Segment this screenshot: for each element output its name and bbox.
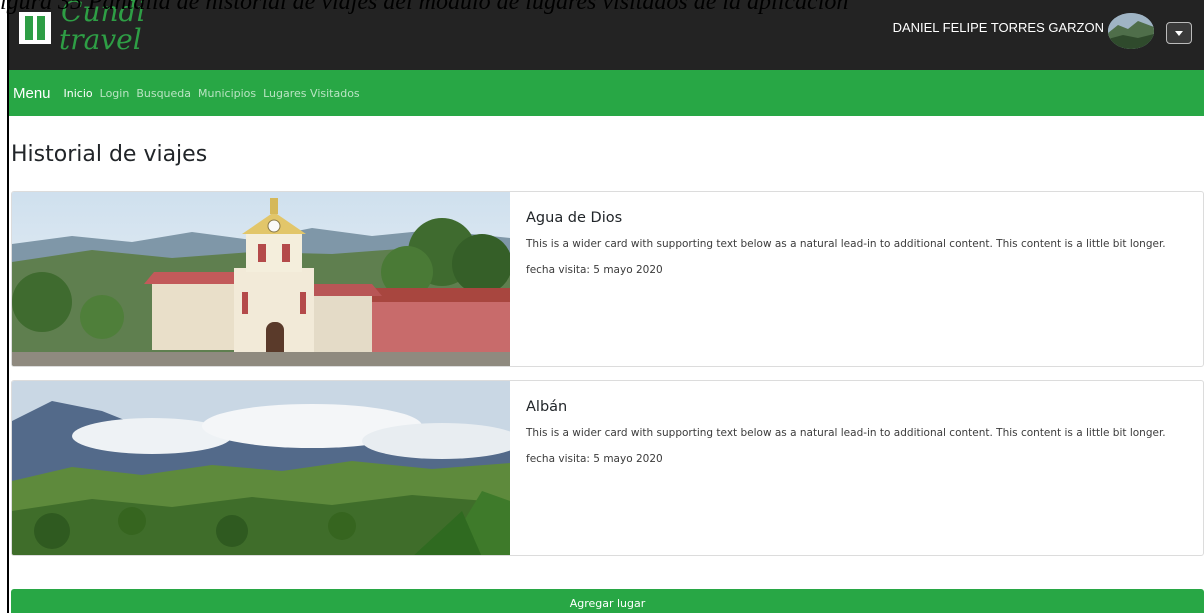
card-body: Agua de Dios This is a wider card with s…	[526, 208, 1193, 287]
place-card[interactable]: Agua de Dios This is a wider card with s…	[11, 191, 1204, 367]
nav-link-lugares-visitados[interactable]: Lugares Visitados	[263, 87, 360, 100]
card-visit-date: fecha visita: 5 mayo 2020	[526, 264, 663, 276]
logo-text-line2: travel	[59, 23, 142, 56]
user-menu-dropdown[interactable]	[1166, 22, 1192, 44]
navbar-brand[interactable]: Menu	[13, 85, 51, 102]
nav-link-municipios[interactable]: Municipios	[198, 87, 256, 100]
place-card[interactable]: Albán This is a wider card with supporti…	[11, 380, 1204, 556]
place-image-church	[12, 192, 510, 366]
card-title[interactable]: Agua de Dios	[526, 208, 1193, 228]
book-icon	[19, 12, 51, 44]
figure-caption: igura 35 Pantalla de historial de viajes…	[0, 0, 849, 15]
app-window: Cundi travel DANIEL FELIPE TORRES GARZON…	[7, 0, 1204, 613]
card-visit-date: fecha visita: 5 mayo 2020	[526, 453, 663, 465]
app-logo[interactable]: Cundi travel	[17, 0, 197, 62]
page-title: Historial de viajes	[11, 142, 208, 167]
nav-link-inicio[interactable]: Inicio	[64, 87, 93, 100]
card-description: This is a wider card with supporting tex…	[526, 238, 1166, 250]
caret-down-icon	[1175, 30, 1183, 36]
card-body: Albán This is a wider card with supporti…	[526, 397, 1193, 476]
nav-link-login[interactable]: Login	[100, 87, 130, 100]
avatar[interactable]	[1108, 13, 1154, 49]
card-title[interactable]: Albán	[526, 397, 1193, 417]
add-place-button[interactable]: Agregar lugar	[11, 589, 1204, 613]
user-name[interactable]: DANIEL FELIPE TORRES GARZON	[893, 20, 1104, 36]
main-navbar: Menu Inicio Login Busqueda Municipios Lu…	[9, 70, 1204, 116]
place-image-mountains	[12, 381, 510, 555]
nav-link-busqueda[interactable]: Busqueda	[136, 87, 191, 100]
card-description: This is a wider card with supporting tex…	[526, 427, 1166, 439]
